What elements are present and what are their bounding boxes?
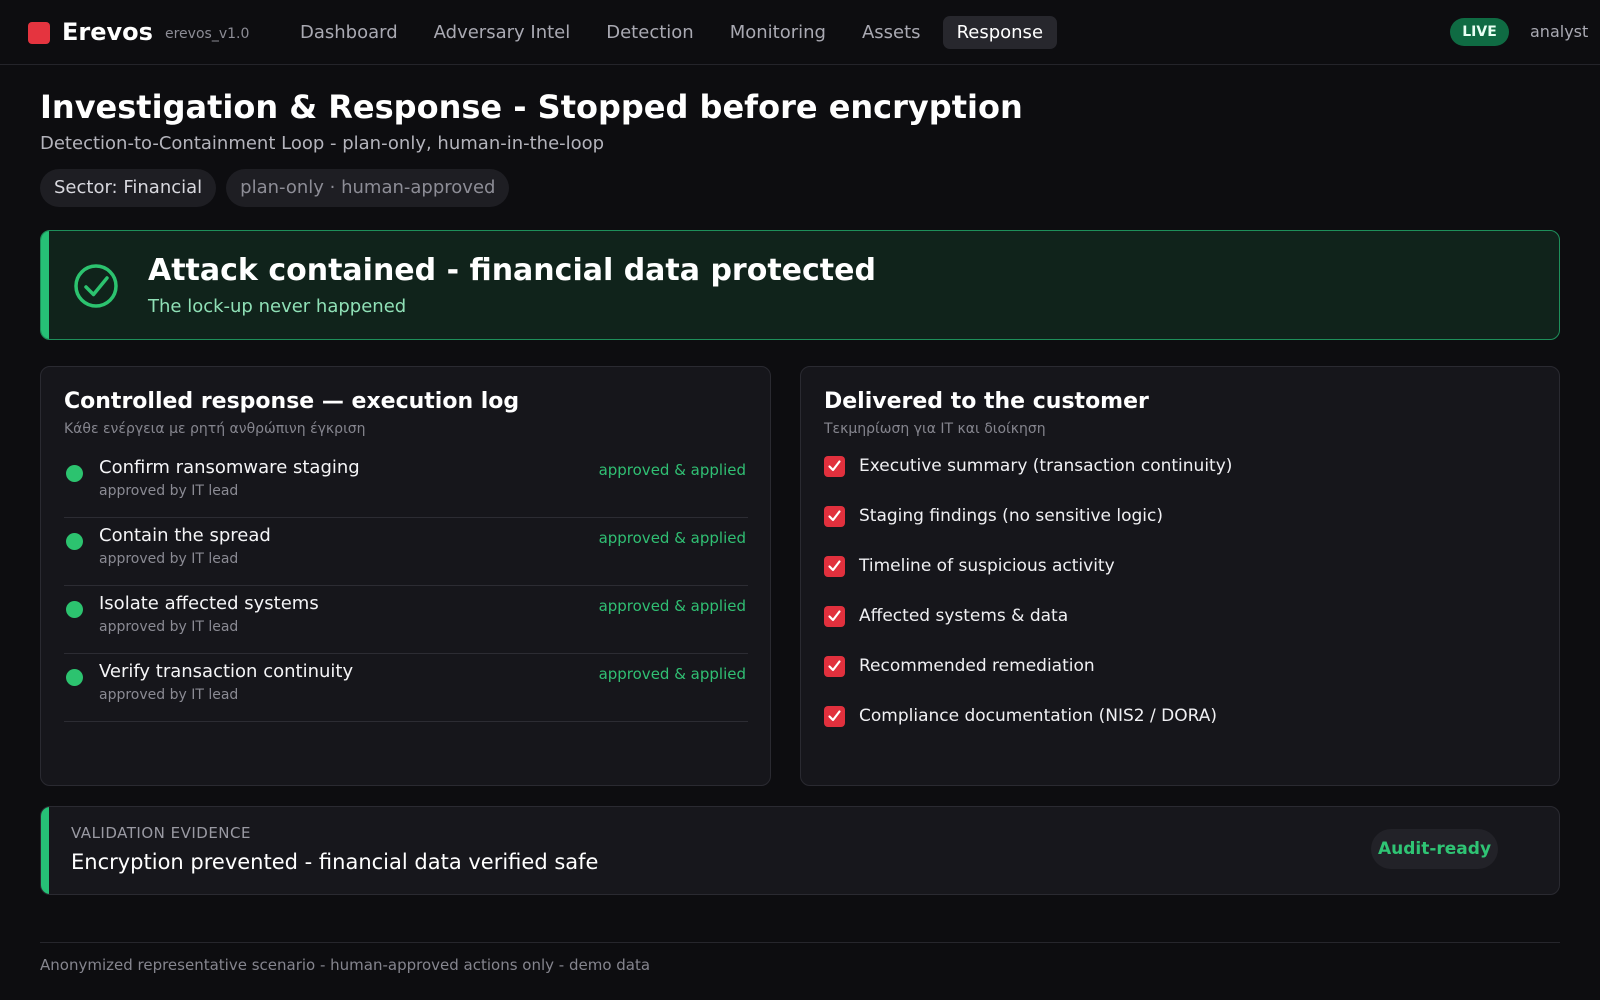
log-row[interactable]: Confirm ransomware staging approved by I… <box>64 450 748 518</box>
brand-name[interactable]: Erevos <box>62 16 153 48</box>
status-dot-icon <box>66 533 83 550</box>
live-status-badge: LIVE <box>1450 18 1509 46</box>
log-step-title: Confirm ransomware staging <box>99 457 360 478</box>
scenario-chips: Sector: Financial plan-only · human-appr… <box>40 169 510 207</box>
app-version: erevos_v1.0 <box>165 26 250 42</box>
log-step-approver: approved by IT lead <box>99 551 239 567</box>
execution-log-subtitle: Κάθε ενέργεια με ρητή ανθρώπινη έγκριση <box>64 421 366 437</box>
mode-chip: plan-only · human-approved <box>226 169 510 207</box>
nav-item-monitoring[interactable]: Monitoring <box>716 16 840 49</box>
log-row[interactable]: Isolate affected systems approved by IT … <box>64 586 748 654</box>
evidence-accent-bar <box>41 807 49 894</box>
log-row[interactable]: Contain the spread approved by IT lead a… <box>64 518 748 586</box>
evidence-text: Encryption prevented - financial data ve… <box>71 850 599 874</box>
page-title: Investigation & Response - Stopped befor… <box>40 88 1023 126</box>
nav-item-response[interactable]: Response <box>942 16 1058 49</box>
log-step-title: Contain the spread <box>99 525 271 546</box>
status-dot-icon <box>66 669 83 686</box>
deliverable-label: Recommended remediation <box>859 656 1095 676</box>
audit-ready-badge[interactable]: Audit-ready <box>1371 829 1498 869</box>
deliverable-label: Compliance documentation (NIS2 / DORA) <box>859 706 1217 726</box>
footer-disclaimer: Anonymized representative scenario - hum… <box>40 956 651 974</box>
log-step-approver: approved by IT lead <box>99 619 239 635</box>
log-step-status: approved & applied <box>598 665 746 683</box>
deliverable-label: Staging findings (no sensitive logic) <box>859 506 1163 526</box>
log-step-title: Verify transaction continuity <box>99 661 354 682</box>
log-step-status: approved & applied <box>598 461 746 479</box>
banner-title: Attack contained - financial data protec… <box>148 253 876 288</box>
status-dot-icon <box>66 601 83 618</box>
delivered-title: Delivered to the customer <box>824 389 1149 414</box>
page-subtitle: Detection-to-Containment Loop - plan-onl… <box>40 133 605 154</box>
log-step-title: Isolate affected systems <box>99 593 319 614</box>
brand-logo-icon <box>28 22 50 44</box>
log-step-status: approved & applied <box>598 529 746 547</box>
log-step-approver: approved by IT lead <box>99 483 239 499</box>
log-step-approver: approved by IT lead <box>99 687 239 703</box>
deliverable-label: Timeline of suspicious activity <box>859 556 1115 576</box>
execution-log-panel: Controlled response — execution log Κάθε… <box>40 366 771 786</box>
user-menu[interactable]: analyst <box>1530 22 1588 42</box>
top-navigation-bar: Erevos erevos_v1.0 Dashboard Adversary I… <box>0 0 1600 65</box>
deliverable-label: Affected systems & data <box>859 606 1069 626</box>
checkbox-checked-icon[interactable] <box>824 606 845 627</box>
execution-log-title: Controlled response — execution log <box>64 389 520 414</box>
nav-item-assets[interactable]: Assets <box>848 16 935 49</box>
checkbox-checked-icon[interactable] <box>824 706 845 727</box>
checkbox-checked-icon[interactable] <box>824 556 845 577</box>
deliverable-label: Executive summary (transaction continuit… <box>859 456 1233 476</box>
checkbox-checked-icon[interactable] <box>824 656 845 677</box>
nav-item-detection[interactable]: Detection <box>592 16 707 49</box>
log-row[interactable]: Verify transaction continuity approved b… <box>64 654 748 722</box>
delivered-panel: Delivered to the customer Τεκμηρίωση για… <box>800 366 1560 786</box>
execution-log-list: Confirm ransomware staging approved by I… <box>64 450 748 722</box>
status-dot-icon <box>66 465 83 482</box>
footer-divider <box>40 942 1560 943</box>
containment-banner: Attack contained - financial data protec… <box>40 230 1560 340</box>
checkbox-checked-icon[interactable] <box>824 506 845 527</box>
delivered-subtitle: Τεκμηρίωση για IT και διοίκηση <box>824 421 1046 437</box>
nav-item-dashboard[interactable]: Dashboard <box>286 16 412 49</box>
sector-chip: Sector: Financial <box>40 169 217 207</box>
main-nav: Dashboard Adversary Intel Detection Moni… <box>286 16 1058 49</box>
nav-item-adversary-intel[interactable]: Adversary Intel <box>420 16 585 49</box>
check-circle-icon <box>74 264 118 308</box>
banner-subtitle: The lock-up never happened <box>148 296 407 317</box>
checkbox-checked-icon[interactable] <box>824 456 845 477</box>
validation-evidence-card: VALIDATION EVIDENCE Encryption prevented… <box>40 806 1560 895</box>
banner-accent-bar <box>41 231 49 339</box>
log-step-status: approved & applied <box>598 597 746 615</box>
evidence-label: VALIDATION EVIDENCE <box>71 824 251 842</box>
